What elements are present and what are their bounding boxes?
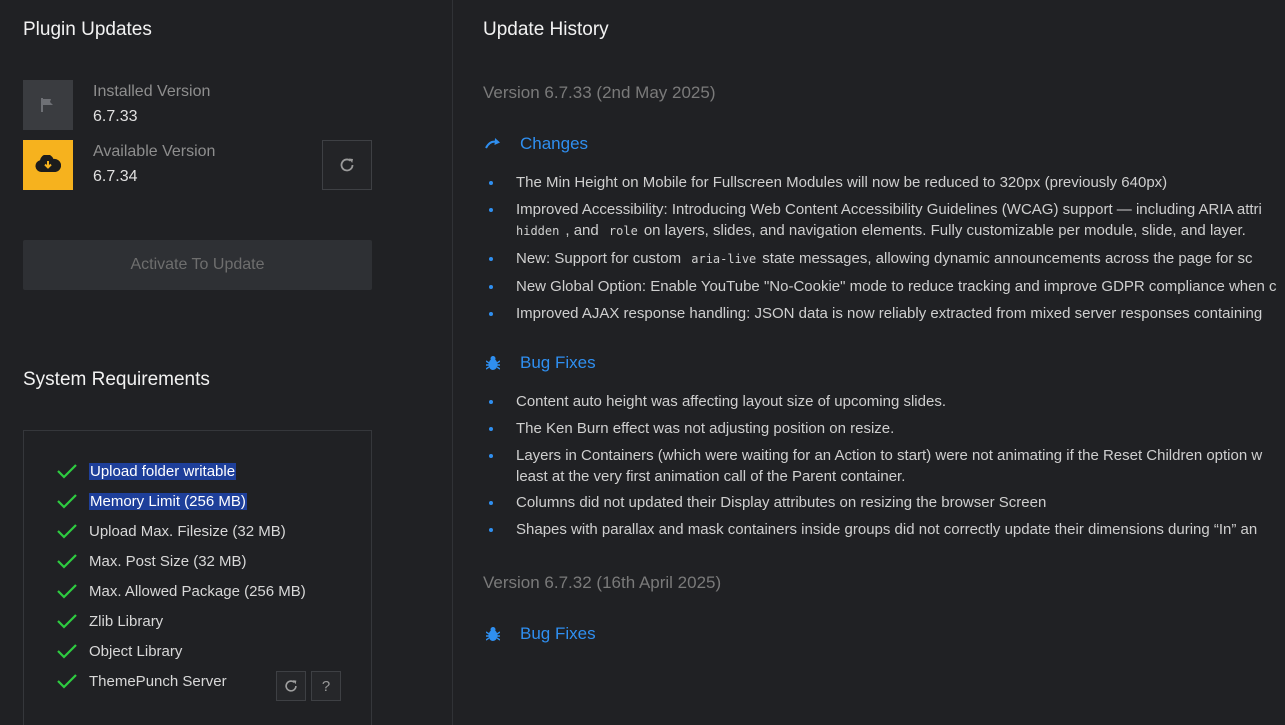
code-snippet: aria-live	[691, 252, 757, 266]
bugfix-item: Columns did not updated their Display at…	[489, 492, 1285, 513]
requirement-item: Upload Max. Filesize (32 MB)	[56, 520, 286, 542]
bugfix-item: Layers in Containers (which were waiting…	[489, 445, 1285, 487]
change-text: state messages, allowing dynamic announc…	[762, 250, 1253, 267]
requirement-item: Max. Post Size (32 MB)	[56, 550, 247, 572]
bug-icon	[483, 624, 503, 644]
bugfix-text: least at the very first animation call o…	[516, 468, 906, 485]
requirement-item: Object Library	[56, 640, 182, 662]
download-cloud-icon	[35, 155, 61, 172]
check-icon	[56, 460, 78, 482]
bugfix-heading: Bug Fixes	[483, 623, 596, 645]
code-snippet: hidden	[516, 224, 560, 238]
check-icon	[56, 670, 78, 692]
requirement-label: Object Library	[89, 642, 183, 660]
requirement-label: Zlib Library	[89, 612, 164, 630]
flag-icon	[41, 98, 53, 112]
requirement-item: Memory Limit (256 MB)	[56, 490, 247, 512]
bugfix-heading-label: Bug Fixes	[520, 624, 596, 643]
update-history-title: Update History	[483, 19, 609, 40]
requirement-label: Upload folder writable	[89, 462, 237, 480]
requirement-label: ThemePunch Server	[89, 672, 227, 690]
requirement-item: Max. Allowed Package (256 MB)	[56, 580, 306, 602]
bugfix-item: The Ken Burn effect was not adjusting po…	[489, 418, 1285, 439]
check-icon	[56, 610, 78, 632]
installed-version-icon-box	[23, 80, 73, 130]
version-title: Version 6.7.33 (2nd May 2025)	[483, 83, 716, 102]
requirement-item: Upload folder writable	[56, 460, 237, 482]
code-snippet: role	[608, 224, 638, 238]
change-item: New Global Option: Enable YouTube "No-Co…	[489, 276, 1285, 297]
requirement-label: Max. Allowed Package (256 MB)	[89, 582, 306, 600]
bugfix-item: Shapes with parallax and mask containers…	[489, 519, 1285, 540]
change-item: Improved AJAX response handling: JSON da…	[489, 303, 1285, 324]
check-icon	[56, 580, 78, 602]
bugfix-item: Content auto height was affecting layout…	[489, 391, 1285, 412]
change-text: New: Support for custom	[516, 250, 682, 267]
check-icon	[56, 520, 78, 542]
changes-heading-label: Changes	[520, 134, 589, 153]
changes-heading: Changes	[483, 133, 588, 155]
bugfix-heading: Bug Fixes	[483, 352, 596, 374]
help-button[interactable]: ?	[311, 671, 341, 701]
system-requirements-title: System Requirements	[23, 369, 210, 390]
left-panel: Plugin Updates Installed Version 6.7.33 …	[0, 0, 453, 725]
available-version-icon-box	[23, 140, 73, 190]
change-text: Improved Accessibility: Introducing Web …	[516, 201, 1262, 218]
bug-icon	[483, 353, 503, 373]
check-icon	[56, 490, 78, 512]
change-item: New: Support for custom aria-live state m…	[489, 248, 1285, 270]
update-history-panel: Update History Version 6.7.33 (2nd May 2…	[453, 0, 1285, 725]
installed-version-value: 6.7.33	[93, 108, 138, 125]
available-version-value: 6.7.34	[93, 168, 138, 185]
version-title: Version 6.7.32 (16th April 2025)	[483, 573, 722, 592]
requirement-label: Upload Max. Filesize (32 MB)	[89, 522, 286, 540]
check-icon	[56, 640, 78, 662]
change-item: The Min Height on Mobile for Fullscreen …	[489, 172, 1285, 193]
available-version-label: Available Version	[93, 143, 216, 160]
bugfix-heading-label: Bug Fixes	[520, 353, 596, 372]
check-icon	[56, 550, 78, 572]
change-text: on layers, slides, and navigation elemen…	[643, 222, 1246, 239]
requirement-item: Zlib Library	[56, 610, 163, 632]
refresh-icon	[340, 158, 354, 172]
check-updates-button[interactable]	[322, 140, 372, 190]
refresh-icon	[285, 680, 297, 692]
bugfix-text: Layers in Containers (which were waiting…	[516, 447, 1263, 464]
requirement-label: Memory Limit (256 MB)	[89, 492, 247, 510]
requirement-label: Max. Post Size (32 MB)	[89, 552, 247, 570]
activate-to-update-button[interactable]: Activate To Update	[23, 240, 372, 290]
redo-arrow-icon	[483, 134, 503, 154]
requirement-item: ThemePunch Server	[56, 670, 227, 692]
installed-version-label: Installed Version	[93, 83, 211, 100]
plugin-updates-title: Plugin Updates	[23, 19, 152, 40]
change-item: Improved Accessibility: Introducing Web …	[489, 199, 1285, 241]
change-text: , and	[565, 222, 599, 239]
recheck-requirements-button[interactable]	[276, 671, 306, 701]
